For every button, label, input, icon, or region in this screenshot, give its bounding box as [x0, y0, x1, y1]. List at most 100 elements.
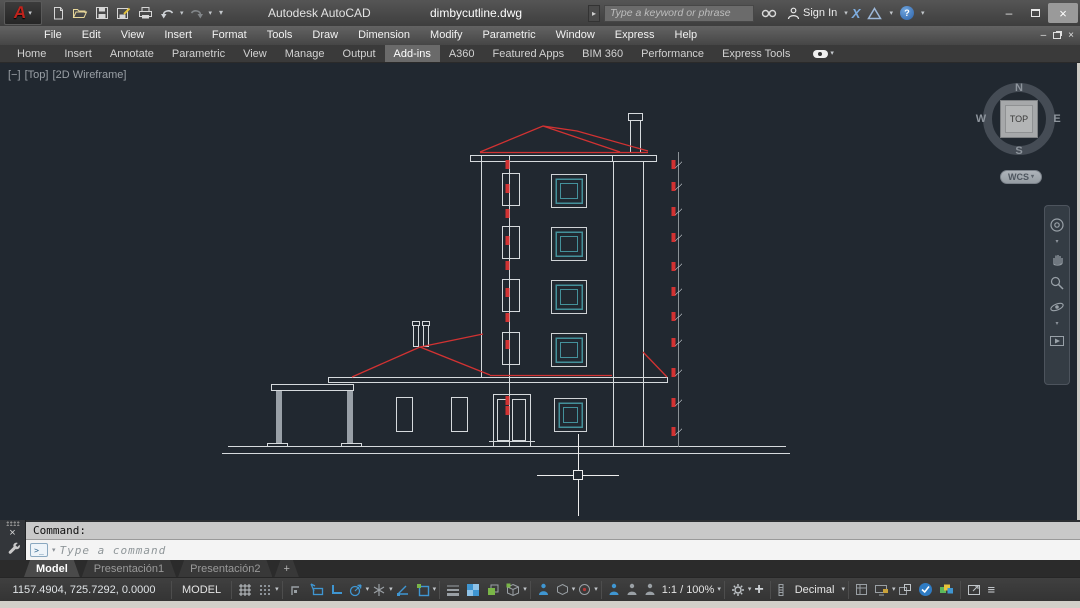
object-snap-icon[interactable]	[413, 579, 433, 601]
new-layout-button[interactable]: +	[274, 560, 298, 577]
undo-dropdown-chevron-icon[interactable]: ▾	[180, 10, 184, 17]
isometric-drafting-icon[interactable]	[369, 579, 389, 601]
search-input[interactable]	[604, 5, 754, 22]
command-input[interactable]: Type a command	[60, 544, 167, 557]
hardware-acceleration-icon[interactable]	[936, 579, 957, 601]
ortho-mode-icon[interactable]	[327, 579, 346, 601]
window-minimize-button[interactable]: –	[996, 3, 1022, 23]
doc-restore-button[interactable]	[1053, 32, 1061, 39]
menu-item-insert[interactable]: Insert	[154, 26, 202, 45]
tab-express-tools[interactable]: Express Tools	[713, 45, 799, 62]
menu-item-draw[interactable]: Draw	[302, 26, 348, 45]
clean-screen-icon[interactable]	[964, 579, 984, 601]
menu-item-dimension[interactable]: Dimension	[348, 26, 420, 45]
menu-item-edit[interactable]: Edit	[72, 26, 111, 45]
menu-item-file[interactable]: File	[34, 26, 72, 45]
tab-output[interactable]: Output	[334, 45, 385, 62]
viewcube-face-top[interactable]: TOP	[1000, 100, 1038, 138]
menu-item-express[interactable]: Express	[605, 26, 665, 45]
tab-view[interactable]: View	[234, 45, 276, 62]
osnap-chevron-icon[interactable]: ▾	[433, 586, 437, 593]
viewcube[interactable]: N W E S TOP	[969, 75, 1069, 167]
nav-wheel-button[interactable]	[1048, 216, 1066, 234]
3dosnap-chevron-icon[interactable]: ▾	[523, 586, 527, 593]
snap-mode-icon[interactable]	[255, 579, 275, 601]
redo-button[interactable]	[187, 3, 206, 23]
plot-button[interactable]	[136, 3, 155, 23]
compass-north[interactable]: N	[1015, 82, 1023, 94]
units-value[interactable]: Decimal	[788, 579, 842, 601]
tab-manage[interactable]: Manage	[276, 45, 334, 62]
tab-a360[interactable]: A360	[440, 45, 484, 62]
window-close-button[interactable]: ×	[1048, 3, 1078, 23]
new-file-button[interactable]	[48, 3, 67, 23]
quick-properties-icon[interactable]	[852, 579, 871, 601]
annotation-scale-value[interactable]: 1:1 / 100%	[659, 579, 718, 601]
nav-wheel-chevron-icon[interactable]: ▾	[1055, 240, 1058, 244]
units-icon[interactable]	[774, 579, 788, 601]
redo-dropdown-chevron-icon[interactable]: ▾	[209, 10, 213, 17]
menu-item-help[interactable]: Help	[665, 26, 708, 45]
infer-constraints-icon[interactable]	[286, 579, 306, 601]
tab-performance[interactable]: Performance	[632, 45, 713, 62]
nav-pan-button[interactable]	[1048, 250, 1066, 268]
undo-button[interactable]	[158, 3, 177, 23]
doc-close-button[interactable]: ×	[1068, 30, 1074, 41]
3d-object-snap-icon[interactable]	[503, 579, 523, 601]
nav-orbit-button[interactable]	[1048, 298, 1066, 316]
exchange-apps-button[interactable]: X	[852, 6, 861, 21]
menu-item-view[interactable]: View	[111, 26, 155, 45]
save-as-button[interactable]	[114, 3, 133, 23]
drawing-canvas[interactable]: [−] [Top] [2D Wireframe]	[0, 63, 1080, 520]
menu-item-modify[interactable]: Modify	[420, 26, 472, 45]
help-button[interactable]: ?	[897, 6, 917, 20]
doc-minimize-button[interactable]: –	[1041, 30, 1047, 41]
tab-add-ins[interactable]: Add-ins	[385, 45, 440, 62]
lineweight-icon[interactable]	[443, 579, 463, 601]
tab-featured-apps[interactable]: Featured Apps	[484, 45, 574, 62]
save-button[interactable]	[92, 3, 111, 23]
open-file-button[interactable]	[70, 3, 89, 23]
workspace-person-icon[interactable]	[605, 579, 623, 601]
menu-item-tools[interactable]: Tools	[257, 26, 303, 45]
grid-display-icon[interactable]	[235, 579, 255, 601]
qat-customize-button[interactable]: ▾	[219, 9, 223, 17]
model-space-button[interactable]: MODEL	[175, 579, 228, 601]
units-chevron-icon[interactable]: ▾	[841, 586, 845, 593]
autoscale-icon[interactable]	[553, 579, 572, 601]
tab-bim-360[interactable]: BIM 360	[573, 45, 632, 62]
compass-east[interactable]: E	[1053, 113, 1060, 125]
snap-chevron-icon[interactable]: ▾	[275, 586, 279, 593]
customization-menu-button[interactable]: ≡	[984, 579, 999, 601]
sign-in-chevron-icon[interactable]: ▾	[844, 10, 848, 17]
object-snap-tracking-icon[interactable]	[393, 579, 413, 601]
command-prompt-chevron-icon[interactable]: ▾	[52, 547, 56, 554]
command-close-button[interactable]: ×	[9, 526, 15, 540]
workspace-switching-gear-icon[interactable]	[728, 579, 748, 601]
lock-ui-icon[interactable]	[871, 579, 892, 601]
nav-showmotion-button[interactable]	[1048, 332, 1066, 350]
application-menu-button[interactable]: A ▾	[4, 1, 42, 25]
tab-presentacion2[interactable]: Presentación2	[178, 560, 272, 577]
annotation-visibility-icon[interactable]	[534, 579, 553, 601]
tab-model[interactable]: Model	[24, 560, 80, 577]
ribbon-display-toggle[interactable]: ▾	[813, 45, 834, 62]
menu-item-format[interactable]: Format	[202, 26, 257, 45]
tab-insert[interactable]: Insert	[55, 45, 101, 62]
wcs-dropdown[interactable]: WCS ▾	[1000, 170, 1042, 184]
command-customize-button[interactable]	[6, 540, 20, 559]
nav-zoom-button[interactable]	[1048, 274, 1066, 292]
nav-orbit-chevron-icon[interactable]: ▾	[1055, 322, 1058, 326]
infocenter-toggle-button[interactable]: ▸	[588, 5, 600, 22]
menu-item-parametric[interactable]: Parametric	[472, 26, 545, 45]
selection-cycling-icon[interactable]	[483, 579, 503, 601]
sign-in-button[interactable]: Sign In	[784, 7, 840, 20]
compass-west[interactable]: W	[976, 113, 986, 125]
annotation-scale-sync-icon[interactable]	[575, 579, 594, 601]
window-maximize-button[interactable]	[1022, 3, 1048, 23]
help-chevron-icon[interactable]: ▾	[921, 10, 925, 17]
isolate-objects-icon[interactable]	[895, 579, 915, 601]
tab-home[interactable]: Home	[8, 45, 55, 62]
selection-filter-person-icon[interactable]	[641, 579, 659, 601]
menu-item-window[interactable]: Window	[546, 26, 605, 45]
